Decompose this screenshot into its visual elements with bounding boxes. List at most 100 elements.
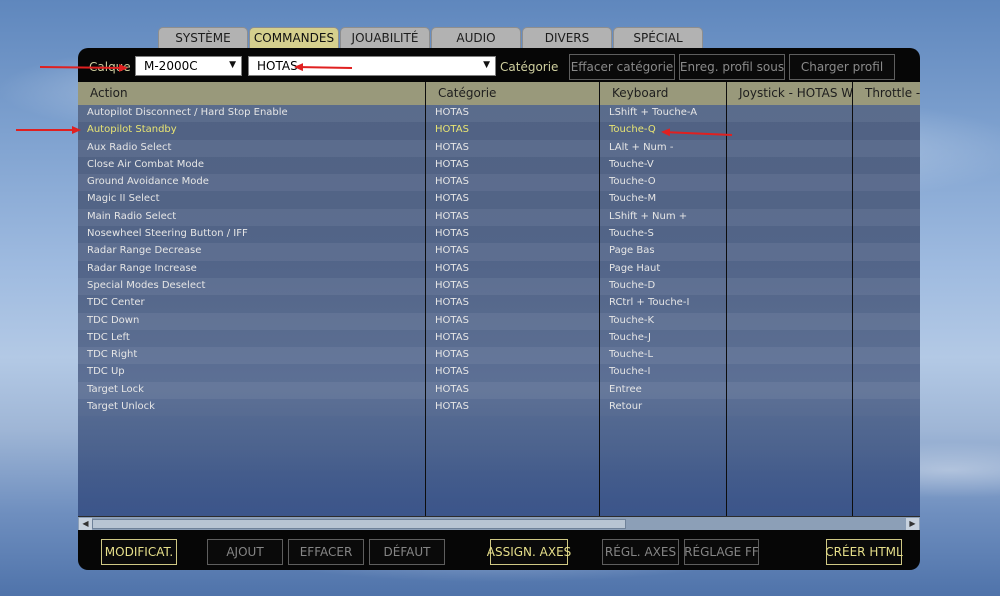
cell-keyboard[interactable]: Touche-I: [600, 364, 727, 381]
category-filter-select[interactable]: HOTAS ▼: [248, 56, 496, 76]
cell-throttle[interactable]: [853, 174, 920, 191]
add-button[interactable]: AJOUT: [207, 539, 283, 565]
cell-categorie[interactable]: HOTAS: [426, 191, 600, 208]
table-row[interactable]: Target Unlock HOTAS Retour: [78, 399, 920, 417]
create-html-button[interactable]: CRÉER HTML: [825, 539, 903, 565]
cell-keyboard[interactable]: Touche-O: [600, 174, 727, 191]
cell-keyboard[interactable]: LAlt + Num -: [600, 140, 727, 157]
cell-joystick[interactable]: [727, 157, 853, 174]
cell-throttle[interactable]: [853, 105, 920, 122]
tab-special[interactable]: SPÉCIAL: [613, 27, 703, 48]
cell-throttle[interactable]: [853, 295, 920, 312]
cell-keyboard[interactable]: RCtrl + Touche-I: [600, 295, 727, 312]
cell-categorie[interactable]: HOTAS: [426, 278, 600, 295]
cell-action[interactable]: Radar Range Decrease: [78, 243, 426, 260]
assign-axes-button[interactable]: ASSIGN. AXES: [487, 539, 571, 565]
ff-tune-button[interactable]: RÉGLAGE FF: [684, 539, 759, 565]
cell-throttle[interactable]: [853, 364, 920, 381]
table-row[interactable]: Close Air Combat Mode HOTAS Touche-V: [78, 156, 920, 175]
table-row[interactable]: Autopilot Disconnect / Hard Stop Enable H…: [78, 105, 920, 123]
table-row[interactable]: Ground Avoidance Mode HOTAS Touche-O: [78, 174, 920, 192]
table-row[interactable]: Autopilot Standby HOTAS Touche-Q: [78, 122, 920, 140]
load-profile-button[interactable]: Charger profil: [789, 54, 895, 80]
cell-categorie[interactable]: HOTAS: [426, 243, 600, 260]
tab-audio[interactable]: AUDIO: [431, 27, 521, 48]
cell-categorie[interactable]: HOTAS: [426, 364, 600, 381]
cell-keyboard[interactable]: Touche-D: [600, 278, 727, 295]
cell-throttle[interactable]: [853, 313, 920, 330]
horizontal-scrollbar[interactable]: ◀ ▶: [78, 516, 920, 530]
cell-joystick[interactable]: [727, 140, 853, 157]
cell-keyboard[interactable]: Touche-S: [600, 226, 727, 243]
cell-keyboard[interactable]: LShift + Touche-A: [600, 105, 727, 122]
cell-action[interactable]: TDC Down: [78, 313, 426, 330]
table-row[interactable]: TDC Right HOTAS Touche-L: [78, 347, 920, 365]
cell-action[interactable]: Target Lock: [78, 382, 426, 399]
cell-categorie[interactable]: HOTAS: [426, 347, 600, 364]
table-row[interactable]: Aux Radio Select HOTAS LAlt + Num -: [78, 139, 920, 157]
cell-joystick[interactable]: [727, 209, 853, 226]
cell-joystick[interactable]: [727, 174, 853, 191]
cell-joystick[interactable]: [727, 347, 853, 364]
cell-categorie[interactable]: HOTAS: [426, 226, 600, 243]
column-header-keyboard[interactable]: Keyboard: [600, 82, 727, 105]
column-header-joystick[interactable]: Joystick - HOTAS Wa: [727, 82, 853, 105]
cell-action[interactable]: Special Modes Deselect: [78, 278, 426, 295]
cell-keyboard[interactable]: LShift + Num +: [600, 209, 727, 226]
cell-throttle[interactable]: [853, 209, 920, 226]
save-profile-button[interactable]: Enreg. profil sous: [679, 54, 785, 80]
cell-joystick[interactable]: [727, 295, 853, 312]
scrollbar-thumb[interactable]: [92, 519, 626, 529]
cell-keyboard[interactable]: Touche-M: [600, 191, 727, 208]
table-row[interactable]: Nosewheel Steering Button / IFF HOTAS Touc…: [78, 226, 920, 244]
cell-throttle[interactable]: [853, 243, 920, 260]
tab-divers[interactable]: DIVERS: [522, 27, 612, 48]
cell-joystick[interactable]: [727, 122, 853, 139]
table-row[interactable]: Main Radio Select HOTAS LShift + Num +: [78, 208, 920, 227]
cell-throttle[interactable]: [853, 399, 920, 416]
table-row[interactable]: Target Lock HOTAS Entree: [78, 381, 920, 400]
cell-keyboard[interactable]: Touche-L: [600, 347, 727, 364]
cell-keyboard[interactable]: Page Bas: [600, 243, 727, 260]
cell-categorie[interactable]: HOTAS: [426, 295, 600, 312]
cell-action[interactable]: Close Air Combat Mode: [78, 157, 426, 174]
cell-action[interactable]: Magic II Select: [78, 191, 426, 208]
axis-tune-button[interactable]: RÉGL. AXES: [602, 539, 679, 565]
cell-categorie[interactable]: HOTAS: [426, 261, 600, 278]
cell-throttle[interactable]: [853, 157, 920, 174]
scroll-left-icon[interactable]: ◀: [79, 518, 92, 530]
cell-action[interactable]: Autopilot Standby: [78, 122, 426, 139]
cell-throttle[interactable]: [853, 122, 920, 139]
table-row[interactable]: Radar Range Decrease HOTAS Page Bas: [78, 243, 920, 261]
cell-categorie[interactable]: HOTAS: [426, 313, 600, 330]
table-row[interactable]: Magic II Select HOTAS Touche-M: [78, 191, 920, 209]
cell-action[interactable]: Main Radio Select: [78, 209, 426, 226]
cell-action[interactable]: TDC Up: [78, 364, 426, 381]
cell-keyboard[interactable]: Page Haut: [600, 261, 727, 278]
cell-keyboard[interactable]: Entree: [600, 382, 727, 399]
cell-categorie[interactable]: HOTAS: [426, 105, 600, 122]
modify-button[interactable]: MODIFICAT.: [101, 539, 177, 565]
cell-joystick[interactable]: [727, 105, 853, 122]
cell-action[interactable]: Ground Avoidance Mode: [78, 174, 426, 191]
cell-joystick[interactable]: [727, 278, 853, 295]
cell-action[interactable]: Nosewheel Steering Button / IFF: [78, 226, 426, 243]
default-button[interactable]: DÉFAUT: [369, 539, 445, 565]
erase-button[interactable]: EFFACER: [288, 539, 364, 565]
cell-throttle[interactable]: [853, 347, 920, 364]
cell-joystick[interactable]: [727, 313, 853, 330]
scroll-right-icon[interactable]: ▶: [906, 518, 919, 530]
cell-throttle[interactable]: [853, 330, 920, 347]
cell-action[interactable]: TDC Left: [78, 330, 426, 347]
cell-joystick[interactable]: [727, 330, 853, 347]
cell-keyboard[interactable]: Touche-Q: [600, 122, 727, 139]
table-row[interactable]: Special Modes Deselect HOTAS Touche-D: [78, 277, 920, 296]
table-row[interactable]: TDC Left HOTAS Touche-J: [78, 329, 920, 348]
cell-joystick[interactable]: [727, 226, 853, 243]
tab-systeme[interactable]: SYSTÈME: [158, 27, 248, 48]
cell-categorie[interactable]: HOTAS: [426, 140, 600, 157]
cell-action[interactable]: Target Unlock: [78, 399, 426, 416]
cell-throttle[interactable]: [853, 278, 920, 295]
aircraft-select[interactable]: M-2000C ▼: [135, 56, 242, 76]
cell-action[interactable]: Radar Range Increase: [78, 261, 426, 278]
